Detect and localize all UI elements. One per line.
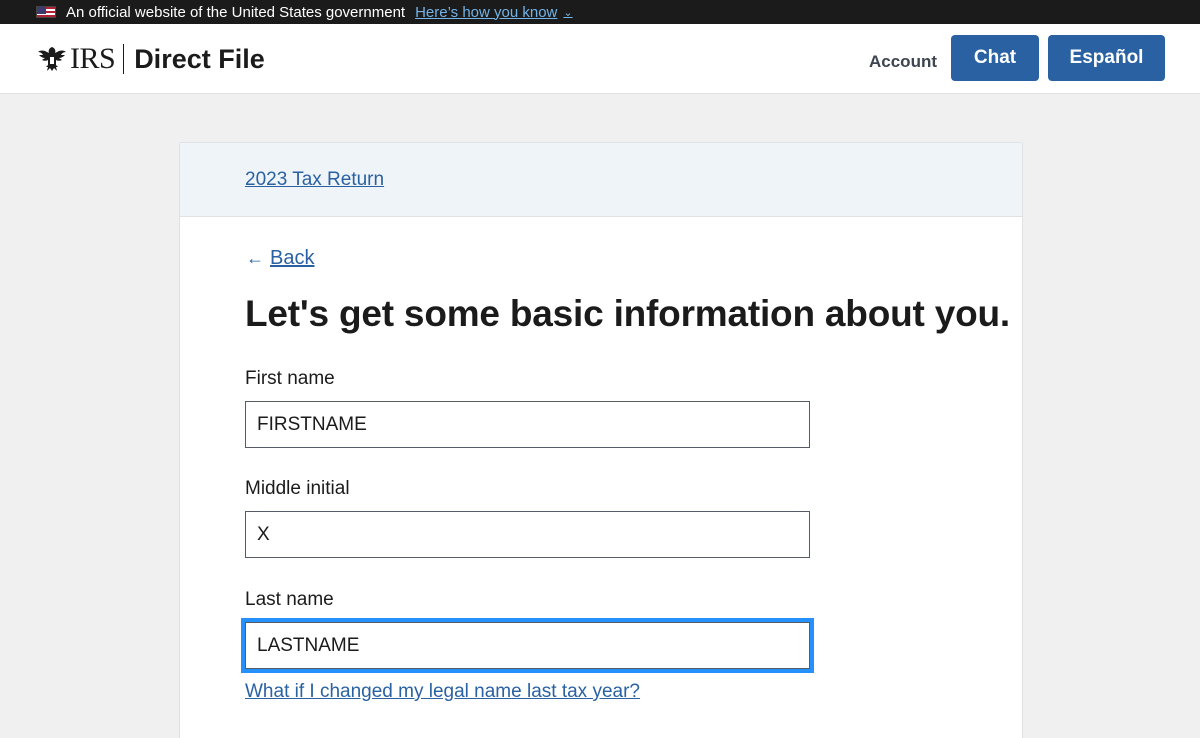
name-change-help-link[interactable]: What if I changed my legal name last tax… <box>245 681 640 703</box>
arrow-left-icon[interactable]: ← <box>246 248 264 269</box>
irs-eagle-icon <box>38 47 66 71</box>
card-header: 2023 Tax Return <box>180 143 1022 217</box>
product-name: Direct File <box>134 43 265 74</box>
gov-banner-text: An official website of the United States… <box>66 3 406 21</box>
gov-banner: An official website of the United States… <box>0 0 1200 24</box>
us-flag-icon <box>36 6 56 18</box>
chat-button[interactable]: Chat <box>951 35 1039 81</box>
form-card: 2023 Tax Return ← Back Let's get some ba… <box>179 142 1023 738</box>
irs-logo-text: IRS <box>70 42 116 75</box>
heres-how-you-know-link[interactable]: Here’s how you know ⌄ <box>415 4 573 21</box>
espanol-button[interactable]: Español <box>1048 35 1165 81</box>
first-name-input[interactable] <box>245 401 810 448</box>
last-name-input[interactable] <box>241 618 814 673</box>
back-link-label[interactable]: Back <box>270 247 314 270</box>
middle-initial-label: Middle initial <box>245 478 350 499</box>
account-link[interactable]: Account <box>869 52 937 72</box>
brand-divider <box>123 44 125 74</box>
brand-logo[interactable]: IRS Direct File <box>36 42 265 76</box>
page-title: Let's get some basic information about y… <box>245 293 1010 334</box>
chevron-down-icon[interactable]: ⌄ <box>563 6 572 19</box>
tax-return-breadcrumb-link[interactable]: 2023 Tax Return <box>245 169 384 191</box>
back-link[interactable]: ← Back <box>246 247 314 270</box>
heres-how-you-know-label[interactable]: Here’s how you know <box>415 4 557 21</box>
last-name-label: Last name <box>245 589 334 610</box>
first-name-label: First name <box>245 368 335 389</box>
site-header: IRS Direct File Account Chat Español <box>0 24 1200 94</box>
middle-initial-input[interactable] <box>245 511 810 558</box>
